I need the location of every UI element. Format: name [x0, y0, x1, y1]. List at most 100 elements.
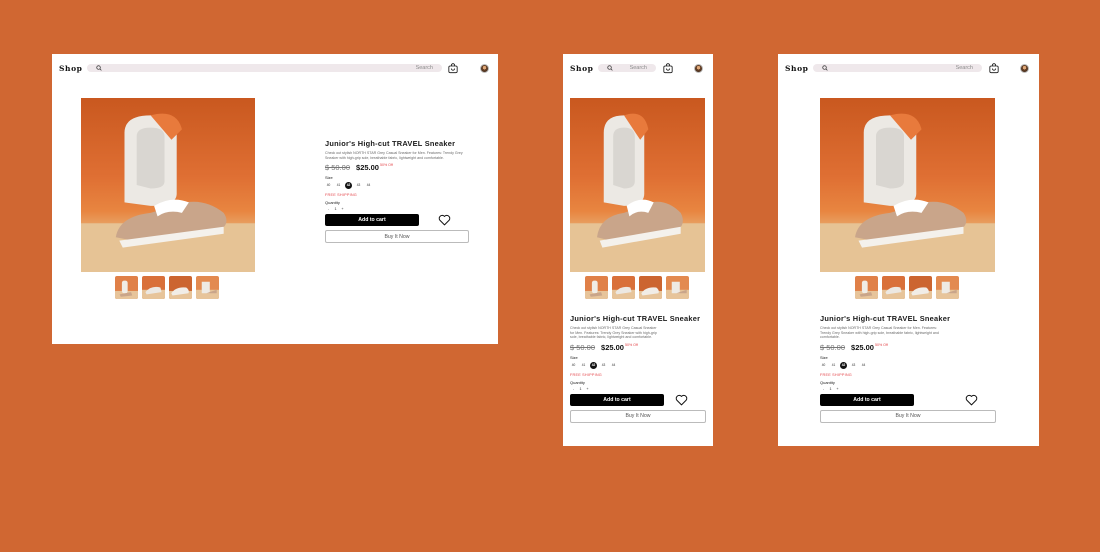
- size-option[interactable]: 44: [860, 362, 867, 369]
- size-option-selected[interactable]: 42: [590, 361, 597, 369]
- shop-logo[interactable]: Shop: [570, 64, 594, 73]
- heart-icon[interactable]: [965, 394, 978, 406]
- thumbnail-3[interactable]: [639, 276, 662, 299]
- quantity-value: 1: [579, 386, 582, 391]
- buy-now-button[interactable]: Buy It Now: [820, 409, 996, 423]
- thumbnail-2[interactable]: [142, 276, 165, 299]
- quantity-label: Quantity: [570, 379, 585, 385]
- discount-badge: 50% Off: [379, 163, 393, 167]
- quantity-minus-button[interactable]: -: [820, 387, 827, 391]
- product-description: Check out stylish NORTH STAR Grey Casual…: [325, 151, 463, 160]
- heart-icon[interactable]: [438, 214, 451, 226]
- free-shipping-label: FREE SHIPPING: [820, 372, 852, 377]
- thumbnail-2[interactable]: [882, 276, 905, 299]
- site-header: Shop Search: [52, 54, 498, 82]
- action-row: Add to cart: [325, 214, 469, 226]
- quantity-minus-button[interactable]: -: [325, 207, 332, 211]
- original-price: $ 50.00: [570, 342, 596, 352]
- size-option[interactable]: 44: [365, 182, 372, 189]
- discount-badge: 50% Off: [624, 342, 638, 347]
- search-icon: [96, 65, 102, 71]
- thumbnail-4[interactable]: [666, 276, 689, 299]
- original-price: $ 50.00: [325, 163, 351, 172]
- quantity-label: Quantity: [325, 200, 340, 205]
- buy-now-button[interactable]: Buy It Now: [570, 409, 706, 423]
- thumbnail-strip: [585, 276, 693, 299]
- size-option-selected[interactable]: 42: [345, 182, 352, 189]
- search-bar[interactable]: Search: [87, 64, 442, 72]
- search-placeholder: Search: [955, 65, 973, 71]
- sale-price: $25.00: [851, 342, 874, 352]
- free-shipping-label: FREE SHIPPING: [325, 193, 357, 197]
- thumbnail-4[interactable]: [936, 276, 959, 299]
- product-main-image: [81, 98, 255, 272]
- search-placeholder: Search: [415, 65, 433, 71]
- size-option[interactable]: 40: [820, 362, 827, 369]
- search-placeholder: Search: [629, 65, 647, 71]
- quantity-plus-button[interactable]: +: [584, 387, 591, 391]
- tablet-layout-frame: Shop Search Junior's High-cut TRAVEL Sne…: [778, 54, 1039, 446]
- shop-logo[interactable]: Shop: [59, 64, 83, 73]
- size-option[interactable]: 43: [850, 362, 857, 369]
- size-option[interactable]: 41: [580, 362, 587, 369]
- add-to-cart-button[interactable]: Add to cart: [820, 393, 914, 406]
- size-label: Size: [570, 354, 578, 360]
- search-icon: [822, 65, 828, 71]
- search-bar[interactable]: Search: [598, 64, 656, 72]
- quantity-value: 1: [829, 386, 832, 391]
- size-option[interactable]: 41: [335, 182, 342, 189]
- thumbnail-3[interactable]: [909, 276, 932, 299]
- size-option[interactable]: 40: [570, 362, 577, 369]
- thumbnail-1[interactable]: [855, 276, 878, 299]
- add-to-cart-button[interactable]: Add to cart: [570, 393, 664, 406]
- product-main-image: [820, 98, 995, 272]
- buy-now-button[interactable]: Buy It Now: [325, 230, 469, 243]
- quantity-label: Quantity: [820, 379, 835, 385]
- thumbnail-strip: [855, 276, 963, 299]
- product-title: Junior's High-cut TRAVEL Sneaker: [820, 314, 951, 323]
- quantity-stepper: - 1 +: [570, 387, 706, 391]
- thumbnail-2[interactable]: [612, 276, 635, 299]
- free-shipping-label: FREE SHIPPING: [570, 372, 602, 377]
- mobile-layout-frame: Shop Search Junior's High-cut TRAVEL Sne…: [563, 54, 713, 446]
- size-option-selected[interactable]: 42: [840, 361, 847, 369]
- site-header: Shop Search: [563, 54, 713, 82]
- size-selector: 40 41 42 43 44: [325, 182, 469, 189]
- avatar[interactable]: [480, 64, 489, 73]
- thumbnail-1[interactable]: [585, 276, 608, 299]
- size-selector: 40 41 42 43 44: [570, 361, 706, 369]
- quantity-stepper: - 1 +: [820, 387, 996, 391]
- product-title: Junior's High-cut TRAVEL Sneaker: [325, 139, 456, 148]
- size-option[interactable]: 41: [830, 362, 837, 369]
- size-option[interactable]: 43: [600, 362, 607, 369]
- quantity-value: 1: [334, 207, 337, 211]
- size-option[interactable]: 43: [355, 182, 362, 189]
- size-label: Size: [820, 354, 828, 360]
- quantity-plus-button[interactable]: +: [834, 387, 841, 391]
- thumbnail-1[interactable]: [115, 276, 138, 299]
- discount-badge: 50% Off: [874, 342, 888, 347]
- thumbnail-strip: [115, 276, 223, 299]
- size-option[interactable]: 40: [325, 182, 332, 189]
- cart-icon[interactable]: [663, 63, 673, 74]
- quantity-minus-button[interactable]: -: [570, 387, 577, 391]
- add-to-cart-button[interactable]: Add to cart: [325, 214, 419, 226]
- product-title: Junior's High-cut TRAVEL Sneaker: [570, 314, 701, 323]
- sale-price: $25.00: [356, 163, 379, 172]
- shop-logo[interactable]: Shop: [785, 64, 809, 73]
- avatar[interactable]: [694, 64, 703, 73]
- desktop-layout-frame: Shop Search Junior's High-cut TRAVEL Sne…: [52, 54, 498, 344]
- quantity-stepper: - 1 +: [325, 207, 469, 211]
- size-selector: 40 41 42 43 44: [820, 361, 996, 369]
- heart-icon[interactable]: [675, 394, 688, 406]
- action-row: Add to cart: [570, 393, 706, 406]
- thumbnail-3[interactable]: [169, 276, 192, 299]
- price-row: $ 50.00 $25.00 50% Off: [570, 343, 706, 352]
- quantity-plus-button[interactable]: +: [339, 207, 346, 211]
- cart-icon[interactable]: [448, 63, 458, 74]
- size-option[interactable]: 44: [610, 362, 617, 369]
- cart-icon[interactable]: [989, 63, 999, 74]
- avatar[interactable]: [1020, 64, 1029, 73]
- thumbnail-4[interactable]: [196, 276, 219, 299]
- search-bar[interactable]: Search: [813, 64, 982, 72]
